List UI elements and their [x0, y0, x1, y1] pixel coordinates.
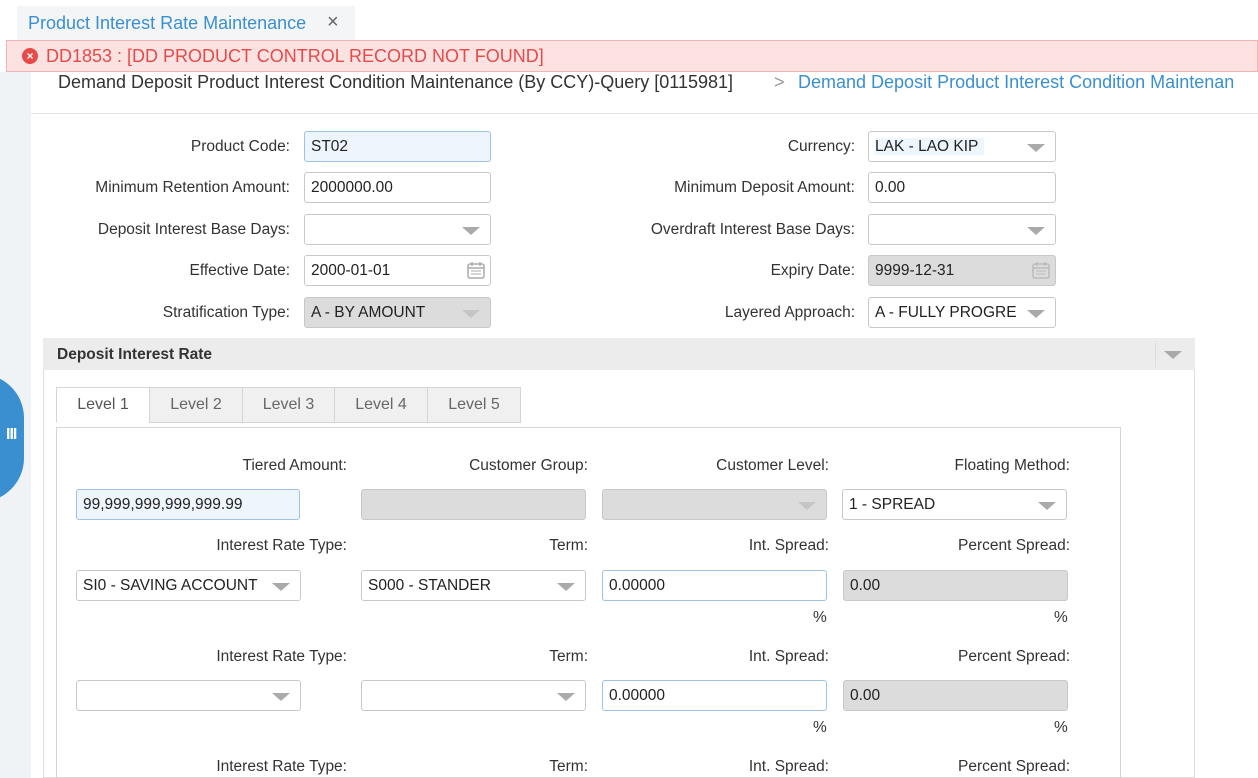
percent-spread-field: 0.00 [843, 680, 1068, 711]
percent-spread-label: Percent Spread: [957, 758, 1070, 775]
term-select[interactable]: S000 - STANDER [361, 570, 586, 601]
percent-spread-label: Percent Spread: [957, 648, 1070, 665]
percent-spread-label: Percent Spread: [957, 537, 1070, 554]
floating-method-label: Floating Method: [954, 457, 1070, 474]
percent-unit: % [1054, 719, 1068, 736]
min-retention-field[interactable]: 2000000.00 [304, 172, 491, 203]
layered-approach-value: A - FULLY PROGRE [875, 304, 1017, 321]
effective-date-field[interactable]: 2000-01-01 [304, 255, 491, 286]
int-spread-field[interactable]: 0.00000 [602, 570, 827, 601]
chevron-down-icon [1027, 310, 1045, 318]
error-alert: × DD1853 : [DD PRODUCT CONTROL RECORD NO… [6, 40, 1258, 72]
chevron-down-icon [798, 502, 816, 510]
term-select[interactable] [361, 680, 586, 711]
breadcrumb-current: Demand Deposit Product Interest Conditio… [58, 72, 734, 92]
interest-rate-type-label: Interest Rate Type: [216, 758, 347, 775]
currency-select[interactable]: LAK - LAO KIP [868, 131, 1056, 162]
tab-product-interest-rate[interactable]: Product Interest Rate Maintenance × [17, 6, 355, 40]
expiry-date-field: 9999-12-31 [868, 255, 1056, 286]
divider [31, 113, 1258, 114]
chevron-down-icon [272, 583, 290, 591]
chevron-down-icon [1027, 144, 1045, 152]
tab-level-5[interactable]: Level 5 [427, 387, 521, 423]
stratification-value: A - BY AMOUNT [311, 304, 426, 321]
chevron-down-icon [462, 310, 480, 318]
tiered-amount-label: Tiered Amount: [242, 457, 347, 474]
deposit-base-days-label: Deposit Interest Base Days: [97, 221, 290, 238]
expiry-date-value: 9999-12-31 [875, 262, 955, 279]
tab-bar: Product Interest Rate Maintenance × [0, 0, 1258, 42]
int-spread-label: Int. Spread: [748, 648, 829, 665]
customer-level-label: Customer Level: [716, 457, 829, 474]
min-deposit-label: Minimum Deposit Amount: [674, 179, 855, 196]
interest-rate-type-select[interactable]: SI0 - SAVING ACCOUNT [76, 570, 301, 601]
tab-level-1[interactable]: Level 1 [56, 387, 150, 423]
product-code-field[interactable]: ST02 [304, 131, 491, 162]
floating-method-value: 1 - SPREAD [849, 496, 936, 513]
percent-unit: % [813, 719, 827, 736]
currency-label: Currency: [787, 138, 855, 155]
tab-level-3[interactable]: Level 3 [242, 387, 335, 423]
overdraft-base-days-label: Overdraft Interest Base Days: [650, 221, 855, 238]
term-label: Term: [549, 758, 588, 775]
collapse-icon[interactable] [1164, 351, 1182, 359]
stratification-label: Stratification Type: [162, 304, 290, 321]
tiered-amount-field[interactable]: 99,999,999,999,999.99 [76, 489, 300, 520]
currency-value: LAK - LAO KIP [875, 138, 985, 155]
customer-group-field [361, 489, 586, 520]
min-retention-label: Minimum Retention Amount: [95, 179, 290, 196]
int-spread-label: Int. Spread: [748, 758, 829, 775]
level-1-content [56, 427, 1121, 778]
percent-unit: % [813, 609, 827, 626]
menu-icon[interactable]: III [6, 426, 17, 444]
tab-level-2[interactable]: Level 2 [149, 387, 243, 423]
customer-group-label: Customer Group: [469, 457, 588, 474]
layered-approach-label: Layered Approach: [724, 304, 855, 321]
int-spread-label: Int. Spread: [748, 537, 829, 554]
chevron-down-icon [557, 693, 575, 701]
panel-title: Deposit Interest Rate [57, 346, 213, 363]
product-code-label: Product Code: [190, 138, 290, 155]
expiry-date-label: Expiry Date: [770, 262, 855, 279]
divider [1155, 341, 1156, 367]
chevron-down-icon [462, 227, 480, 235]
floating-method-select[interactable]: 1 - SPREAD [842, 489, 1067, 520]
effective-date-value: 2000-01-01 [311, 262, 391, 279]
chevron-down-icon [272, 693, 290, 701]
tab-level-4[interactable]: Level 4 [334, 387, 428, 423]
interest-rate-type-label: Interest Rate Type: [216, 537, 347, 554]
percent-spread-field: 0.00 [843, 570, 1068, 601]
customer-level-select [602, 489, 827, 520]
breadcrumb-link[interactable]: Demand Deposit Product Interest Conditio… [798, 72, 1234, 93]
deposit-base-days-select[interactable] [304, 214, 491, 245]
stratification-select: A - BY AMOUNT [304, 297, 491, 328]
chevron-down-icon [1038, 502, 1056, 510]
term-label: Term: [549, 537, 588, 554]
overdraft-base-days-select[interactable] [868, 214, 1056, 245]
int-spread-field[interactable]: 0.00000 [602, 680, 827, 711]
term-value: S000 - STANDER [368, 577, 491, 594]
interest-rate-type-label: Interest Rate Type: [216, 648, 347, 665]
panel-header[interactable] [43, 338, 1195, 370]
term-label: Term: [549, 648, 588, 665]
close-icon[interactable]: × [327, 11, 339, 34]
tab-label: Product Interest Rate Maintenance [28, 13, 307, 33]
calendar-icon [1032, 262, 1050, 279]
interest-rate-type-value: SI0 - SAVING ACCOUNT [83, 577, 258, 594]
min-deposit-field[interactable]: 0.00 [868, 172, 1056, 203]
calendar-icon[interactable] [466, 260, 486, 280]
effective-date-label: Effective Date: [189, 262, 290, 279]
chevron-right-icon: > [774, 72, 785, 92]
alert-message: DD1853 : [DD PRODUCT CONTROL RECORD NOT … [46, 46, 544, 66]
percent-unit: % [1054, 609, 1068, 626]
error-icon: × [22, 48, 38, 64]
interest-rate-type-select[interactable] [76, 680, 301, 711]
chevron-down-icon [557, 583, 575, 591]
layered-approach-select[interactable]: A - FULLY PROGRE [868, 297, 1056, 328]
chevron-down-icon [1027, 227, 1045, 235]
